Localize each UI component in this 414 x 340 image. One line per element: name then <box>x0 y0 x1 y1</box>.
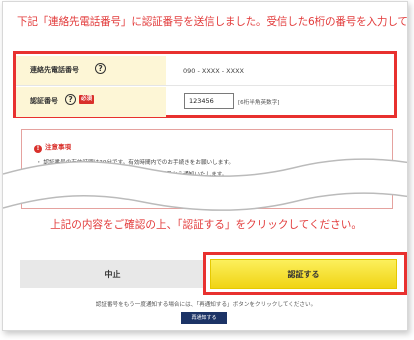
required-badge: 必須 <box>79 95 95 104</box>
phone-value: 090 - XXXX - XXXX <box>183 67 244 75</box>
notice-item: ・ 認証番号の有効時間は30分です。有効時間内でのお手続きをお願いします。 <box>36 160 234 166</box>
confirm-instruction: 上記の内容をご確認の上、「認証する」をクリックしてください。 <box>50 219 362 231</box>
verification-code-input[interactable] <box>184 93 234 109</box>
notice-title-text: 注意事項 <box>45 143 71 151</box>
notice-box: ! 注意事項 ・ 認証番号の有効時間は30分です。有効時間内でのお手続きをお願いし… <box>21 129 393 209</box>
help-icon[interactable]: ? <box>65 94 76 105</box>
screenshot-frame: 下記「連絡先電話番号」に認証番号を送信しました。受信した6桁の番号を入力して下さ… <box>2 1 408 331</box>
phone-label-cell: 連絡先電話番号 ? <box>16 56 166 85</box>
notice-item: ・ 認証番号の送信は の電話番号から通知いたします。 <box>36 172 228 178</box>
instruction-text: 下記「連絡先電話番号」に認証番号を送信しました。受信した6桁の番号を入力して下さ… <box>17 16 408 28</box>
resend-instruction: 認証番号をもう一度通知する場合には、「再通知する」ボタンをクリックしてください。 <box>95 302 317 308</box>
resend-button[interactable]: 再通知する <box>181 312 227 324</box>
phone-row: 連絡先電話番号 ? 090 - XXXX - XXXX <box>16 56 394 86</box>
notice-item: ・ <box>36 184 42 190</box>
help-icon[interactable]: ? <box>95 63 106 74</box>
verification-form: 連絡先電話番号 ? 090 - XXXX - XXXX 認証番号 ? 必須 [6… <box>13 51 397 118</box>
phone-label: 連絡先電話番号 <box>30 66 79 74</box>
code-hint: [6桁半角英数字] <box>238 100 280 106</box>
cancel-button[interactable]: 中止 <box>20 260 205 288</box>
confirm-button[interactable]: 認証する <box>210 259 397 289</box>
code-label-cell: 認証番号 ? 必須 <box>16 87 166 117</box>
code-row: 認証番号 ? 必須 [6桁半角英数字] <box>16 87 394 117</box>
alert-icon: ! <box>34 145 42 153</box>
code-label: 認証番号 <box>30 97 58 105</box>
notice-title: ! 注意事項 <box>34 141 71 153</box>
